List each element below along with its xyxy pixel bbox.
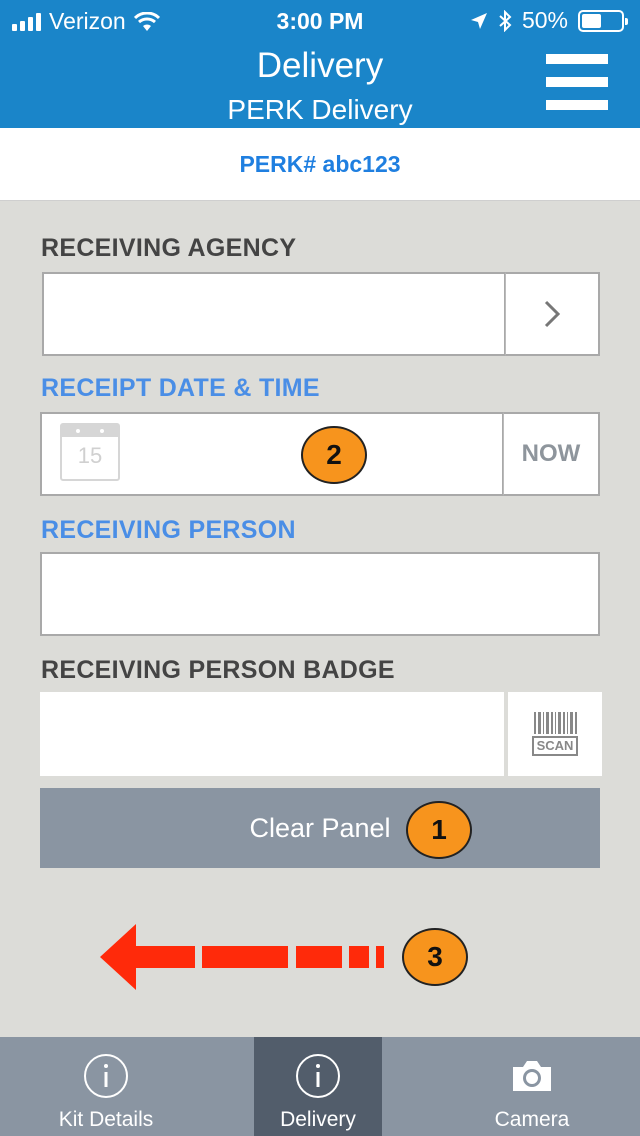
- now-button[interactable]: NOW: [503, 412, 600, 496]
- receiving-person-field[interactable]: [40, 552, 600, 636]
- tab-label: Camera: [494, 1108, 570, 1131]
- page-subtitle: PERK Delivery: [227, 94, 413, 125]
- bottom-tab-bar: Kit Details Delivery Camera: [0, 1037, 640, 1136]
- receiving-person-badge-label: RECEIVING PERSON BADGE: [41, 656, 395, 684]
- annotation-badge-3: 3: [402, 928, 468, 986]
- info-icon: [296, 1054, 340, 1098]
- page-title: Delivery: [256, 46, 384, 85]
- annotation-badge-2: 2: [301, 426, 367, 484]
- battery-percent: 50%: [521, 7, 568, 33]
- calendar-day: 15: [77, 443, 103, 468]
- tab-label: Kit Details: [58, 1108, 154, 1131]
- receiving-person-label: RECEIVING PERSON: [41, 516, 296, 544]
- left-arrow-annotation-icon: [100, 924, 384, 990]
- receiving-person-badge-field[interactable]: [40, 692, 504, 776]
- receiving-agency-field[interactable]: [42, 272, 506, 356]
- scan-barcode-button[interactable]: SCAN: [508, 692, 602, 776]
- clear-panel-button[interactable]: Clear Panel: [40, 788, 600, 868]
- annotation-badge-1: 1: [406, 801, 472, 859]
- tab-delivery[interactable]: Delivery: [254, 1037, 382, 1136]
- battery-icon: [578, 9, 628, 32]
- receiving-agency-label: RECEIVING AGENCY: [41, 234, 297, 262]
- chevron-right-icon: [544, 300, 561, 328]
- location-arrow-icon: [470, 12, 487, 29]
- status-bar: Verizon 3:00 PM 50%: [0, 0, 640, 40]
- tab-camera[interactable]: Camera: [424, 1037, 640, 1136]
- calendar-icon[interactable]: 15: [60, 423, 120, 481]
- barcode-icon: [533, 712, 577, 734]
- tab-label: Delivery: [280, 1108, 356, 1131]
- camera-icon: [513, 1061, 551, 1091]
- scan-label: SCAN: [531, 736, 579, 756]
- status-right-group: 50%: [470, 7, 628, 34]
- bluetooth-icon: [499, 9, 512, 32]
- battery-fill: [582, 13, 601, 28]
- info-icon: [84, 1054, 128, 1098]
- receipt-date-time-label: RECEIPT DATE & TIME: [41, 374, 320, 402]
- tab-kit-details[interactable]: Kit Details: [0, 1037, 212, 1136]
- app-header: Verizon 3:00 PM 50% Delivery PERK Delive…: [0, 0, 640, 128]
- hamburger-menu-icon[interactable]: [546, 54, 608, 114]
- now-button-label: NOW: [521, 440, 581, 467]
- perk-number: PERK# abc123: [0, 128, 640, 201]
- receiving-agency-picker-button[interactable]: [505, 272, 600, 356]
